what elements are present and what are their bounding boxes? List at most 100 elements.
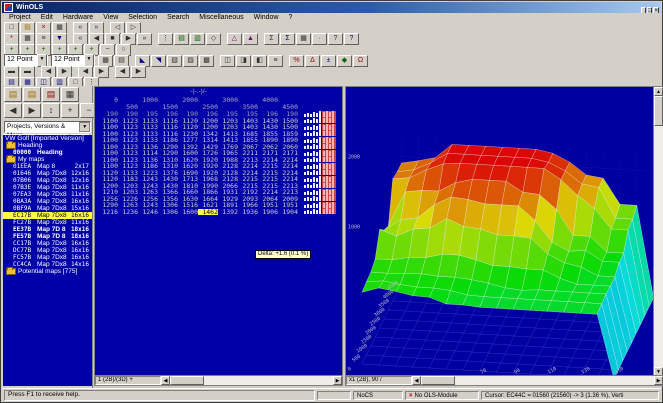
toolbar-button-r4-6[interactable]: ▧ — [167, 55, 182, 67]
map-cell[interactable]: 1600 — [178, 209, 198, 216]
spark-bar — [326, 202, 328, 208]
toolbar-button-r4-5[interactable]: ◥ — [151, 55, 166, 67]
menu-[interactable]: ? — [284, 13, 298, 22]
tree-map-item[interactable]: CC4CAMap 7Dx814x16 — [3, 261, 92, 268]
map-cell[interactable]: 1246 — [138, 209, 158, 216]
map-size: 16x16 — [70, 247, 92, 254]
scroll-right-icon[interactable]: ▶ — [333, 376, 342, 385]
toolbar-button-r2-15[interactable]: ◇ — [206, 33, 221, 45]
tree-map-item[interactable]: 07B06Map 7Dx812x16 — [3, 177, 92, 184]
table-hscrollbar[interactable]: 1 (2B)/(3D) + ◀ ▶ — [95, 375, 342, 385]
sidebar-tool-1-2[interactable]: ▤ — [23, 87, 41, 102]
menu-miscellaneous[interactable]: Miscellaneous — [194, 13, 248, 22]
tree-map-item[interactable]: 0BA3AMap 7Dx816x16 — [3, 198, 92, 205]
sidebar-tool-2-3[interactable]: ↕ — [42, 103, 60, 118]
scroll-up-icon[interactable]: ▲ — [654, 87, 663, 96]
surface-hscroll-track[interactable] — [421, 376, 654, 385]
tree-map-item[interactable]: FE57BMap 7D 818x16 — [3, 233, 92, 240]
tree-map-item[interactable]: CC17BMap 7Dx816x16 — [3, 240, 92, 247]
segment-text: NoCS — [357, 393, 373, 399]
scroll-left-icon[interactable]: ◀ — [161, 376, 170, 385]
map-cell[interactable]: 1906 — [258, 209, 278, 216]
statusbar-segment-3: ×No OLS-Module — [405, 391, 479, 400]
spark-bar — [323, 144, 325, 149]
spark-bar — [304, 198, 306, 201]
map-cell[interactable]: 1936 — [238, 209, 258, 216]
toolbar-button-r4-17[interactable]: ± — [321, 55, 336, 67]
toolbar-button-r2-18[interactable]: ▲ — [243, 33, 258, 45]
tree-map-item[interactable]: 01EEAMap 82x17 — [3, 163, 92, 170]
toolbar-button-r2-24[interactable]: ? — [328, 33, 343, 45]
statusbar-segments: NoCS×No OLS-ModuleCursor: EC44C = 01560 … — [317, 391, 661, 400]
map-cell[interactable]: 1306 — [158, 209, 178, 216]
sidebar-toolbar-row-1: ▤▤▤▦ — [4, 87, 91, 103]
map-cell[interactable]: 1462 — [198, 209, 218, 216]
sidebar-tool-1-3[interactable]: ▤ — [42, 87, 60, 102]
tree-map-item[interactable]: 07EA3Map 7Dx811x16 — [3, 191, 92, 198]
map-cell[interactable]: 1904 — [278, 209, 298, 216]
toolbar-button-r5-10[interactable]: ◀ — [115, 66, 130, 78]
sidebar-tool-2-1[interactable]: ◀ — [4, 103, 22, 118]
toolbar-button-r2-22[interactable]: ▦ — [296, 33, 311, 45]
surface-vscrollbar[interactable]: ▲ ▼ — [653, 87, 663, 376]
toolbar-button-r2-17[interactable]: △ — [227, 33, 242, 45]
tree-map-item[interactable]: FC27BMap 7Dx811x16 — [3, 219, 92, 226]
toolbar-button-r2-10[interactable]: » — [137, 33, 152, 45]
surface-vscroll-thumb[interactable] — [654, 96, 663, 126]
toolbar-button-r4-7[interactable]: ▨ — [183, 55, 198, 67]
tree-map-item[interactable]: FC57BMap 7Dx816x16 — [3, 254, 92, 261]
sidebar-tool-1-1[interactable]: ▤ — [4, 87, 22, 102]
font-size-value: 12 Point — [54, 55, 80, 66]
tree-folder[interactable]: Heading — [3, 142, 92, 149]
menu-search[interactable]: Search — [162, 13, 194, 22]
toolbar-button-r2-12[interactable]: ⋮ — [158, 33, 173, 45]
row-sparkline — [304, 177, 336, 182]
toolbar-button-r4-18[interactable]: ◆ — [337, 55, 352, 67]
map-cell[interactable]: 1392 — [218, 209, 238, 216]
sidebar-tool-1-4[interactable]: ▦ — [61, 87, 79, 102]
table-hscroll-track[interactable] — [170, 376, 333, 385]
tree-map-item[interactable]: 01646Map 7Dx812x16 — [3, 170, 92, 177]
toolbar-button-r4-12[interactable]: ◧ — [252, 55, 267, 67]
sidebar-tool-2-2[interactable]: ▶ — [23, 103, 41, 118]
toolbar-button-r2-21[interactable]: Σ — [280, 33, 295, 45]
chevron-down-icon[interactable]: ▼ — [79, 122, 90, 132]
toolbar-button-r4-10[interactable]: ◫ — [220, 55, 235, 67]
tree-map-item[interactable]: 0BF9AMap 7Dx815x16 — [3, 205, 92, 212]
toolbar-button-r2-20[interactable]: Σ — [264, 33, 279, 45]
surface-hscrollbar[interactable]: x1 (2B), 90 / ◀ ▶ — [346, 375, 663, 385]
sidebar-tool-2-4[interactable]: + — [61, 103, 79, 118]
tree-root-item[interactable]: VW Golf [Imported Version] — [3, 135, 92, 142]
tree-map-item[interactable]: EC17BMap 7Dx816x16 — [3, 212, 92, 219]
map-cell[interactable]: 1236 — [118, 209, 138, 216]
tree-folder[interactable]: My maps — [3, 156, 92, 163]
spark-bar — [313, 157, 315, 162]
toolbar-button-r2-14[interactable]: ▥ — [190, 33, 205, 45]
toolbar-button-r5-11[interactable]: ▶ — [131, 66, 146, 78]
toolbar-button-r4-8[interactable]: ▩ — [199, 55, 214, 67]
toolbar-button-r2-13[interactable]: ▤ — [174, 33, 189, 45]
toolbar-button-r4-11[interactable]: ◨ — [236, 55, 251, 67]
scroll-right-icon[interactable]: ▶ — [654, 376, 663, 385]
tree-folder[interactable]: Potential maps [775] — [3, 268, 92, 275]
spark-bar — [307, 132, 309, 136]
tree-map-item[interactable]: EE37BMap 7D 818x16 — [3, 226, 92, 233]
tree-map-item[interactable]: DC77BMap 7Dx816x16 — [3, 247, 92, 254]
toolbar-button-r4-13[interactable]: ≡ — [268, 55, 283, 67]
row-sparkline — [304, 203, 336, 208]
tree-map-item[interactable]: 00000Heading — [3, 149, 92, 156]
surface-hscroll-thumb[interactable] — [421, 376, 455, 385]
toolbar-button-r4-19[interactable]: Ω — [353, 55, 368, 67]
toolbar-button-r4-16[interactable]: Δ — [305, 55, 320, 67]
spark-bar — [319, 195, 321, 201]
map-cell[interactable]: 1216 — [98, 209, 118, 216]
toolbar-button-r4-15[interactable]: % — [289, 55, 304, 67]
toolbar-button-r2-25[interactable]: ? — [344, 33, 359, 45]
tree-map-item[interactable]: 07B3EMap 7Dx811x16 — [3, 184, 92, 191]
scroll-left-icon[interactable]: ◀ — [412, 376, 421, 385]
svg-text:1000: 1000 — [348, 224, 360, 230]
table-hscroll-thumb[interactable] — [170, 376, 204, 385]
toolbar-button-r2-23[interactable]: · — [312, 33, 327, 45]
menu-window[interactable]: Window — [249, 13, 284, 22]
sidebar-view-select[interactable]: Projects, Versions & Maps ▼ — [4, 121, 91, 133]
